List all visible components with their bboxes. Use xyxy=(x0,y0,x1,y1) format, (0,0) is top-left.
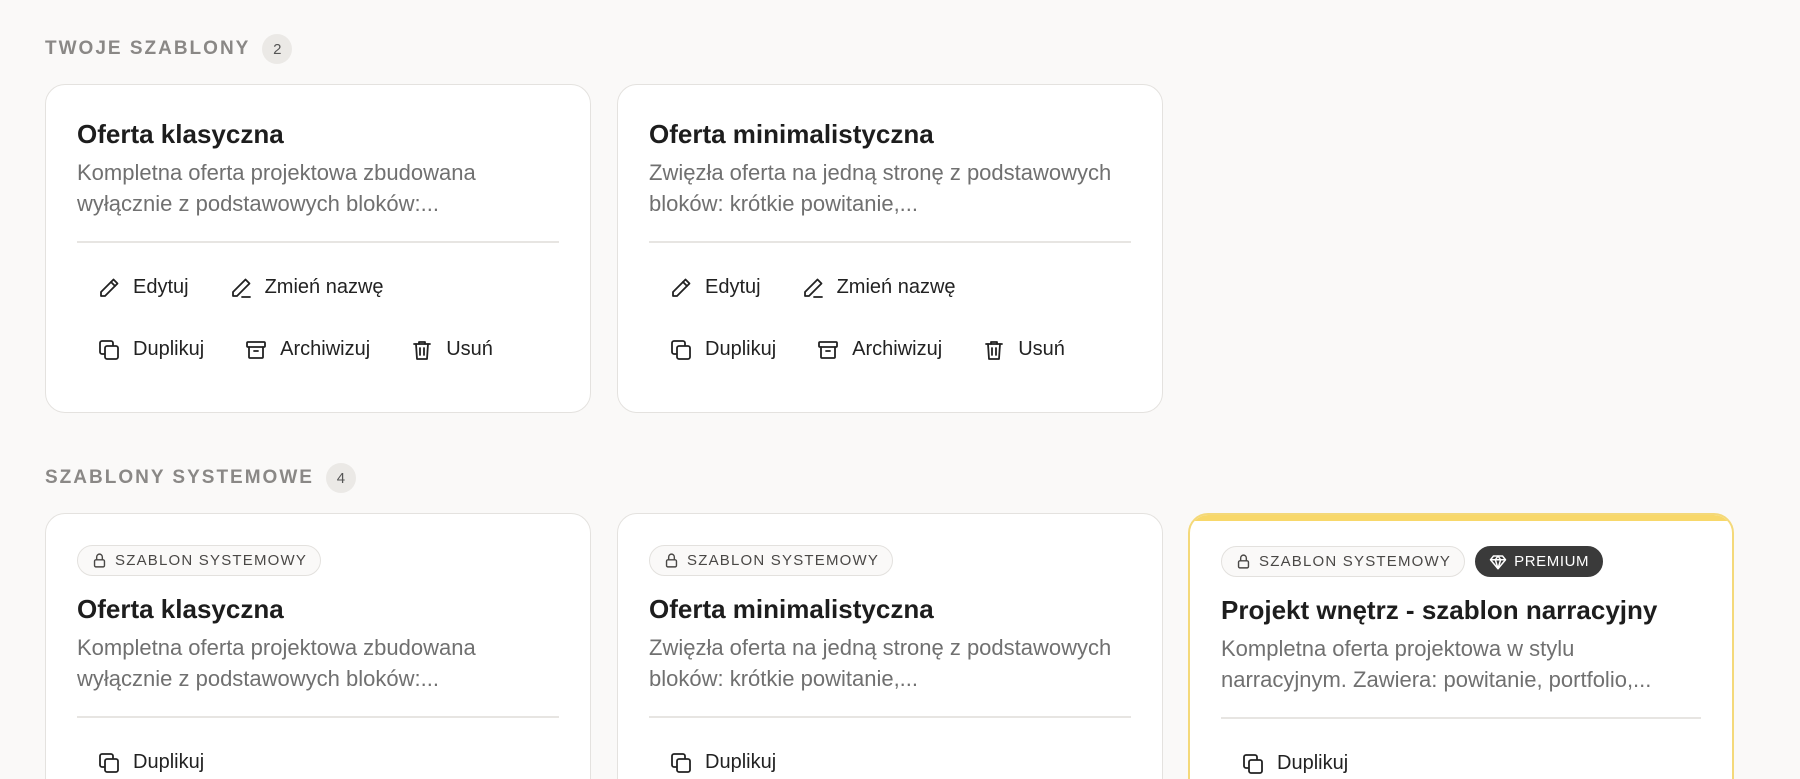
section-title: TWOJE SZABLONY xyxy=(45,38,251,59)
card-description: Kompletna oferta projektowa zbudowana wy… xyxy=(77,635,476,691)
duplicate-button[interactable]: Duplikuj xyxy=(77,319,224,381)
system-template-chip: SZABLON SYSTEMOWY xyxy=(649,545,894,576)
action-label: Duplikuj xyxy=(705,338,777,360)
premium-template-card[interactable]: SZABLON SYSTEMOWY PREMIUM Projekt wnętrz… xyxy=(1188,513,1734,779)
edit-button[interactable]: Edytuj xyxy=(649,257,781,319)
card-description: Kompletna oferta projektowa w stylu narr… xyxy=(1221,636,1652,692)
pencil-line-icon xyxy=(231,278,251,298)
trash-icon xyxy=(413,340,432,360)
system-template-chip: SZABLON SYSTEMOWY xyxy=(1221,546,1466,577)
action-label: Archiwizuj xyxy=(280,338,371,360)
archive-button[interactable]: Archiwizuj xyxy=(796,319,962,381)
action-label: Duplikuj xyxy=(705,751,777,773)
copy-icon xyxy=(671,339,691,360)
card-title: Oferta minimalistyczna xyxy=(649,119,934,149)
card-actions: Duplikuj xyxy=(77,718,559,779)
archive-box-icon xyxy=(246,340,267,359)
rename-button[interactable]: Zmień nazwę xyxy=(781,257,976,319)
pencil-line-icon xyxy=(803,278,823,298)
system-template-card[interactable]: SZABLON SYSTEMOWY Oferta klasyczna Kompl… xyxy=(45,513,591,779)
card-title: Oferta klasyczna xyxy=(77,594,284,624)
duplicate-button[interactable]: Duplikuj xyxy=(649,319,796,381)
card-title: Projekt wnętrz - szablon narracyjny xyxy=(1221,595,1658,625)
lock-icon xyxy=(1237,554,1250,569)
pencil-icon xyxy=(100,278,119,297)
card-title: Oferta minimalistyczna xyxy=(649,594,934,624)
lock-icon xyxy=(665,553,678,568)
template-card[interactable]: Oferta klasyczna Kompletna oferta projek… xyxy=(45,84,591,413)
action-label: Zmień nazwę xyxy=(264,276,384,298)
copy-icon xyxy=(671,752,691,773)
copy-icon xyxy=(99,752,119,773)
templates-page: TWOJE SZABLONY 2 Oferta klasyczna Komple… xyxy=(0,0,1800,779)
lock-icon xyxy=(93,553,106,568)
edit-button[interactable]: Edytuj xyxy=(77,257,209,319)
system-template-card[interactable]: SZABLON SYSTEMOWY Oferta minimalistyczna… xyxy=(617,513,1163,779)
card-title: Oferta klasyczna xyxy=(77,119,284,149)
card-chips: SZABLON SYSTEMOWY PREMIUM xyxy=(1221,546,1701,577)
diamond-icon xyxy=(1489,554,1507,569)
duplicate-button[interactable]: Duplikuj xyxy=(77,732,224,779)
system-template-chip: SZABLON SYSTEMOWY xyxy=(77,545,322,576)
template-card[interactable]: Oferta minimalistyczna Zwięzła oferta na… xyxy=(617,84,1163,413)
action-label: Usuń xyxy=(1018,338,1065,360)
chip-label: SZABLON SYSTEMOWY xyxy=(687,552,880,569)
chip-label: SZABLON SYSTEMOWY xyxy=(115,552,308,569)
count-badge: 2 xyxy=(262,34,293,64)
duplicate-button[interactable]: Duplikuj xyxy=(1221,733,1368,779)
archive-box-icon xyxy=(818,340,839,359)
action-label: Duplikuj xyxy=(133,751,205,773)
section-title: SZABLONY SYSTEMOWE xyxy=(45,467,314,488)
duplicate-button[interactable]: Duplikuj xyxy=(649,732,796,779)
card-chips: SZABLON SYSTEMOWY xyxy=(77,545,559,576)
system-templates-header: SZABLONY SYSTEMOWE 4 xyxy=(45,463,356,493)
action-label: Archiwizuj xyxy=(852,338,943,360)
copy-icon xyxy=(1243,753,1263,774)
card-description: Kompletna oferta projektowa zbudowana wy… xyxy=(77,160,476,216)
rename-button[interactable]: Zmień nazwę xyxy=(209,257,404,319)
card-actions: Duplikuj xyxy=(649,718,1131,779)
copy-icon xyxy=(99,339,119,360)
card-actions: Edytuj Zmień nazwę Duplikuj Archiwizuj U… xyxy=(649,243,1131,381)
action-label: Edytuj xyxy=(705,276,761,298)
delete-button[interactable]: Usuń xyxy=(962,319,1085,381)
card-description: Zwięzła oferta na jedną stronę z podstaw… xyxy=(649,635,1112,691)
trash-icon xyxy=(985,340,1004,360)
chip-label: SZABLON SYSTEMOWY xyxy=(1259,553,1452,570)
action-label: Usuń xyxy=(446,338,493,360)
card-chips: SZABLON SYSTEMOWY xyxy=(649,545,1131,576)
card-actions: Edytuj Zmień nazwę Duplikuj Archiwizuj U… xyxy=(77,243,559,381)
action-label: Edytuj xyxy=(133,276,189,298)
card-description: Zwięzła oferta na jedną stronę z podstaw… xyxy=(649,160,1112,216)
action-label: Zmień nazwę xyxy=(836,276,956,298)
user-templates-header: TWOJE SZABLONY 2 xyxy=(45,34,293,64)
pencil-icon xyxy=(672,278,691,297)
archive-button[interactable]: Archiwizuj xyxy=(224,319,390,381)
count-badge: 4 xyxy=(325,463,356,493)
delete-button[interactable]: Usuń xyxy=(390,319,513,381)
action-label: Duplikuj xyxy=(1277,752,1349,774)
action-label: Duplikuj xyxy=(133,338,205,360)
chip-label: PREMIUM xyxy=(1514,553,1590,570)
premium-chip: PREMIUM xyxy=(1475,546,1604,577)
card-actions: Duplikuj xyxy=(1221,719,1701,779)
